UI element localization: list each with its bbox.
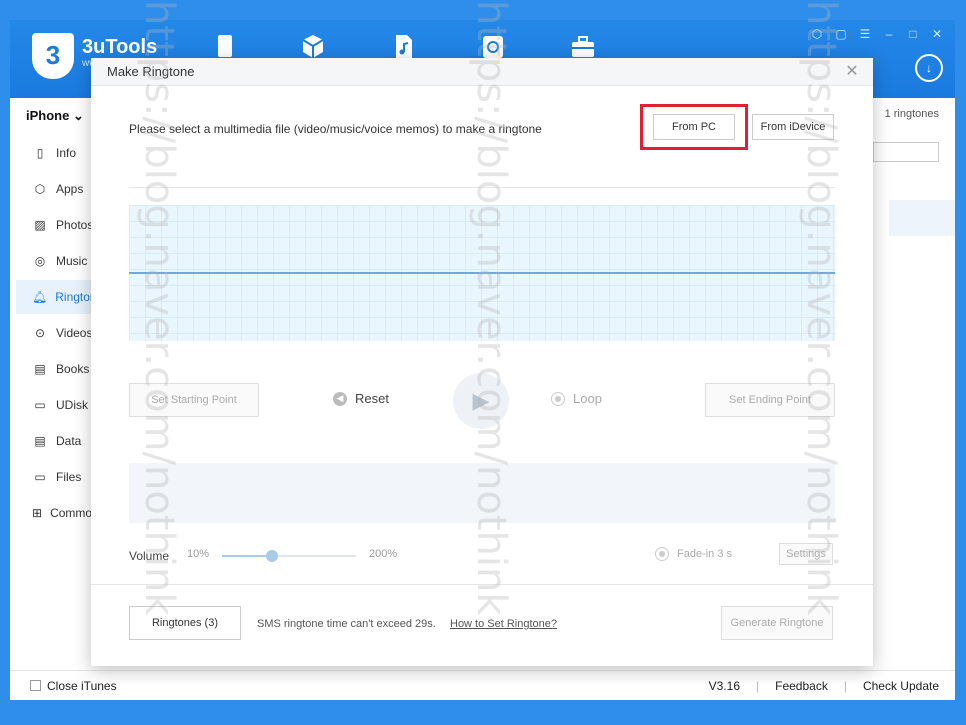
set-starting-point-button[interactable]: Set Starting Point bbox=[129, 383, 259, 417]
bell-icon: 🔔︎ bbox=[32, 290, 48, 304]
check-update-link[interactable]: Check Update bbox=[863, 679, 939, 693]
reset-label: Reset bbox=[355, 391, 389, 406]
grid-icon: ⊞ bbox=[32, 506, 43, 520]
loop-label: Loop bbox=[573, 391, 602, 406]
window-controls: ⬡ ▢ ☰ – □ ✕ bbox=[809, 26, 945, 42]
music-icon: ◎ bbox=[34, 254, 46, 268]
sidebar-item-files[interactable]: ▭ Files bbox=[16, 460, 94, 494]
sidebar-item-music[interactable]: ◎ Music bbox=[16, 244, 94, 278]
sms-limit-note: SMS ringtone time can't exceed 29s. bbox=[257, 618, 436, 630]
divider bbox=[129, 187, 835, 188]
sidebar-item-label: UDisk bbox=[56, 398, 88, 412]
waveform-line bbox=[129, 272, 835, 274]
apps-icon: ⬡ bbox=[34, 182, 46, 196]
maximize-icon[interactable]: □ bbox=[905, 26, 921, 42]
reset-button[interactable]: ◀ Reset bbox=[333, 391, 389, 406]
separator: | bbox=[756, 678, 760, 693]
sidebar-item-books[interactable]: ▤ Books bbox=[16, 352, 94, 386]
close-icon[interactable]: ✕ bbox=[843, 62, 861, 80]
sidebar-item-label: Photos bbox=[56, 218, 94, 232]
fade-in-toggle[interactable]: Fade-in 3 s bbox=[655, 547, 732, 561]
volume-fill bbox=[222, 555, 272, 557]
sidebar-item-data[interactable]: ▤ Data bbox=[16, 424, 94, 458]
from-idevice-button[interactable]: From iDevice bbox=[752, 114, 834, 140]
sidebar-item-udisk[interactable]: ▭ UDisk bbox=[16, 388, 94, 422]
books-icon: ▤ bbox=[34, 362, 46, 376]
fade-in-label: Fade-in 3 s bbox=[677, 548, 733, 560]
menu-icon[interactable]: ☰ bbox=[857, 26, 873, 42]
sidebar-item-info[interactable]: ▯ Info bbox=[16, 136, 94, 170]
volume-slider[interactable] bbox=[222, 550, 356, 562]
highlight-box bbox=[640, 104, 748, 150]
loop-radio bbox=[551, 391, 565, 406]
sidebar-item-label: Files bbox=[56, 470, 82, 484]
volume-min: 10% bbox=[187, 548, 210, 560]
skin-icon[interactable]: ⬡ bbox=[809, 26, 825, 42]
set-ending-point-button[interactable]: Set Ending Point bbox=[705, 383, 835, 417]
separator: | bbox=[843, 678, 847, 693]
search-input[interactable] bbox=[873, 142, 939, 162]
sidebar-item-apps[interactable]: ⬡ Apps bbox=[16, 172, 94, 206]
volume-knob[interactable] bbox=[265, 550, 278, 562]
reset-icon: ◀ bbox=[333, 391, 347, 406]
sidebar-item-label: Apps bbox=[56, 182, 84, 196]
minimize-icon[interactable]: – bbox=[881, 26, 897, 42]
sidebar-item-label: Videos bbox=[56, 326, 93, 340]
sidebar-item-photos[interactable]: ▨ Photos bbox=[16, 208, 94, 242]
loop-toggle[interactable]: Loop bbox=[551, 391, 602, 406]
sidebar: iPhone ⌄ ▯ Info ⬡ Apps ▨ Photos ◎ Music 🔔︎ Ri… bbox=[10, 98, 109, 668]
divider bbox=[91, 584, 873, 585]
close-itunes-checkbox[interactable] bbox=[30, 680, 41, 691]
generate-ringtone-button[interactable]: Generate Ringtone bbox=[721, 606, 833, 640]
dialog-title: Make Ringtone bbox=[107, 64, 195, 79]
sidebar-item-common[interactable]: ⊞ Common bbox=[16, 496, 99, 530]
video-icon: ⊙ bbox=[34, 326, 46, 340]
sidebar-item-label: Books bbox=[56, 362, 90, 376]
logo-name: 3uTools bbox=[82, 36, 158, 58]
volume-max: 200% bbox=[369, 548, 398, 560]
version-label: V3.16 bbox=[708, 678, 740, 693]
select-file-prompt: Please select a multimedia file (video/m… bbox=[129, 122, 542, 136]
sidebar-item-videos[interactable]: ⊙ Videos bbox=[16, 316, 94, 350]
playback-controls: Set Starting Point ◀ Reset ▶ Loop Set En… bbox=[129, 373, 835, 429]
timeline-strip bbox=[129, 463, 835, 523]
feedback-link[interactable]: Feedback bbox=[775, 679, 828, 693]
sidebar-item-label: Info bbox=[56, 146, 77, 160]
status-bar: Close iTunes V3.16 | Feedback | Check Up… bbox=[10, 670, 955, 700]
photos-icon: ▨ bbox=[34, 218, 46, 232]
info-icon: ▯ bbox=[36, 146, 44, 160]
fade-in-radio bbox=[655, 547, 669, 561]
sidebar-item-label: Music bbox=[56, 254, 88, 268]
folder-icon: ▭ bbox=[34, 470, 46, 484]
data-icon: ▤ bbox=[34, 434, 46, 448]
device-title[interactable]: iPhone ⌄ bbox=[26, 108, 84, 124]
ringtone-count: 1 ringtones bbox=[884, 108, 939, 120]
ringtones-button[interactable]: Ringtones (3) bbox=[129, 606, 241, 640]
udisk-icon: ▭ bbox=[34, 398, 46, 412]
close-icon[interactable]: ✕ bbox=[929, 26, 945, 42]
volume-row: Volume 10% 200% Fade-in 3 s Settings bbox=[129, 543, 835, 567]
volume-label: Volume bbox=[129, 549, 170, 563]
play-icon[interactable]: ▶ bbox=[453, 373, 509, 429]
sidebar-item-label: Data bbox=[56, 434, 82, 448]
dialog-header: Make Ringtone bbox=[91, 58, 873, 86]
how-to-set-ringtone-link[interactable]: How to Set Ringtone? bbox=[450, 618, 557, 630]
settings-button[interactable]: Settings bbox=[779, 543, 833, 565]
chevron-down-icon: ⌄ bbox=[72, 108, 84, 123]
download-icon[interactable]: ↓ bbox=[915, 54, 943, 82]
square-icon[interactable]: ▢ bbox=[833, 26, 849, 42]
list-item[interactable] bbox=[889, 200, 955, 236]
make-ringtone-dialog: Make Ringtone ✕ Please select a multimed… bbox=[91, 58, 873, 666]
logo-badge: 3 bbox=[32, 33, 74, 79]
close-itunes-label: Close iTunes bbox=[47, 678, 117, 693]
sidebar-item-ringtones[interactable]: 🔔︎ Ringtones bbox=[16, 280, 109, 314]
